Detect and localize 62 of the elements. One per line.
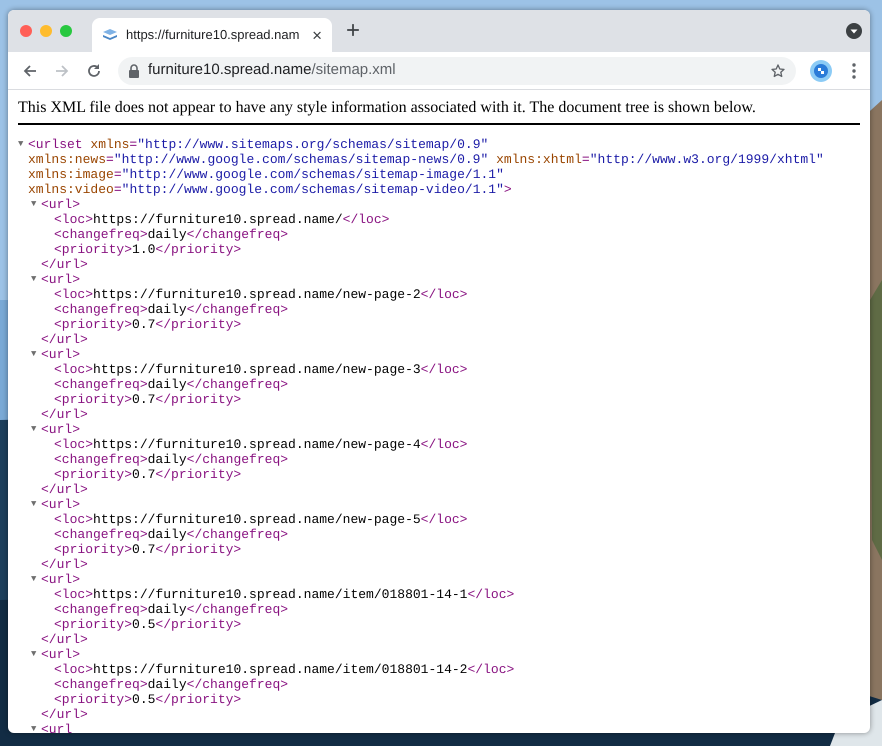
- address-bar[interactable]: furniture10.spread.name/sitemap.xml: [118, 56, 796, 84]
- xml-line: <priority>0.7</priority>: [54, 392, 242, 407]
- close-tab-button[interactable]: ×: [310, 26, 324, 44]
- xml-line: </url>: [41, 707, 88, 722]
- notice-text: This XML file does not appear to have any style information associated with it. The document tree is shown below.: [18, 98, 860, 125]
- expand-toggle[interactable]: ▼: [31, 272, 41, 287]
- xml-line: <changefreq>daily</changefreq>: [54, 227, 288, 242]
- xml-line: <url>: [41, 422, 80, 437]
- expand-toggle[interactable]: ▼: [18, 137, 28, 152]
- lock-icon: [128, 64, 140, 78]
- layers-icon: [102, 28, 118, 42]
- url-text: furniture10.spread.name/sitemap.xml: [148, 60, 397, 80]
- expand-toggle[interactable]: ▼: [31, 347, 41, 362]
- star-icon[interactable]: [770, 62, 786, 78]
- xml-line: </url>: [41, 257, 88, 272]
- extension-icon[interactable]: [810, 60, 832, 82]
- xml-line: </url>: [41, 482, 88, 497]
- xml-line: <changefreq>daily</changefreq>: [54, 302, 288, 317]
- expand-toggle[interactable]: ▼: [31, 722, 41, 733]
- xml-line: <url>: [41, 197, 80, 212]
- xml-line: <loc>https://furniture10.spread.name/item/018801-14-1</loc>: [54, 587, 514, 602]
- xml-line: xmlns:news="http://www.google.com/schemas/sitemap-news/0.9" xmlns:xhtml="http://www.w3.org/1999/xhtml": [28, 152, 824, 167]
- xml-line: <loc>https://furniture10.spread.name/</loc>: [54, 212, 390, 227]
- dropdown-icon[interactable]: [846, 23, 862, 39]
- expand-toggle[interactable]: ▼: [31, 422, 41, 437]
- xml-line: <priority>0.7</priority>: [54, 467, 242, 482]
- xml-line: <url>: [41, 572, 80, 587]
- xml-line: <url>: [41, 347, 80, 362]
- xml-line: <url>: [41, 497, 80, 512]
- xml-line: <changefreq>daily</changefreq>: [54, 602, 288, 617]
- xml-line: <loc>https://furniture10.spread.name/new-page-3</loc>: [54, 362, 468, 377]
- xml-line: <loc>https://furniture10.spread.name/new-page-4</loc>: [54, 437, 468, 452]
- xml-line: <url>: [41, 647, 80, 662]
- xml-line: <priority>0.7</priority>: [54, 317, 242, 332]
- xml-line: <url>: [41, 272, 80, 287]
- xml-line: </url>: [41, 332, 88, 347]
- expand-toggle[interactable]: ▼: [31, 647, 41, 662]
- xml-line: <priority>0.7</priority>: [54, 542, 242, 557]
- xml-line: <priority>1.0</priority>: [54, 242, 242, 257]
- xml-line: <urlset xmlns="http://www.sitemaps.org/schemas/sitemap/0.9": [28, 137, 488, 152]
- expand-toggle[interactable]: ▼: [31, 197, 41, 212]
- xml-line: <loc>https://furniture10.spread.name/new-page-2</loc>: [54, 287, 468, 302]
- xml-line: <changefreq>daily</changefreq>: [54, 527, 288, 542]
- xml-line: <changefreq>daily</changefreq>: [54, 377, 288, 392]
- xml-line: <loc>https://furniture10.spread.name/item/018801-14-2</loc>: [54, 662, 514, 677]
- xml-line: <changefreq>daily</changefreq>: [54, 677, 288, 692]
- tab-title: https://furniture10.spread.nam: [126, 26, 300, 44]
- browser-tab[interactable]: https://furniture10.spread.nam ×: [92, 18, 332, 52]
- expand-toggle[interactable]: ▼: [31, 572, 41, 587]
- xml-line: xmlns:video="http://www.google.com/schemas/sitemap-video/1.1">: [28, 182, 512, 197]
- xml-line: </url>: [41, 632, 88, 647]
- xml-line: xmlns:image="http://www.google.com/schemas/sitemap-image/1.1": [28, 167, 504, 182]
- xml-line: <url: [41, 722, 72, 733]
- new-tab-button[interactable]: +: [342, 19, 364, 43]
- expand-toggle[interactable]: ▼: [31, 497, 41, 512]
- xml-line: </url>: [41, 407, 88, 422]
- reload-icon: [85, 62, 103, 80]
- xml-line: <changefreq>daily</changefreq>: [54, 452, 288, 467]
- xml-line: <priority>0.5</priority>: [54, 692, 242, 707]
- xml-line: <priority>0.5</priority>: [54, 617, 242, 632]
- xml-line: </url>: [41, 557, 88, 572]
- xml-line: <loc>https://furniture10.spread.name/new-page-5</loc>: [54, 512, 468, 527]
